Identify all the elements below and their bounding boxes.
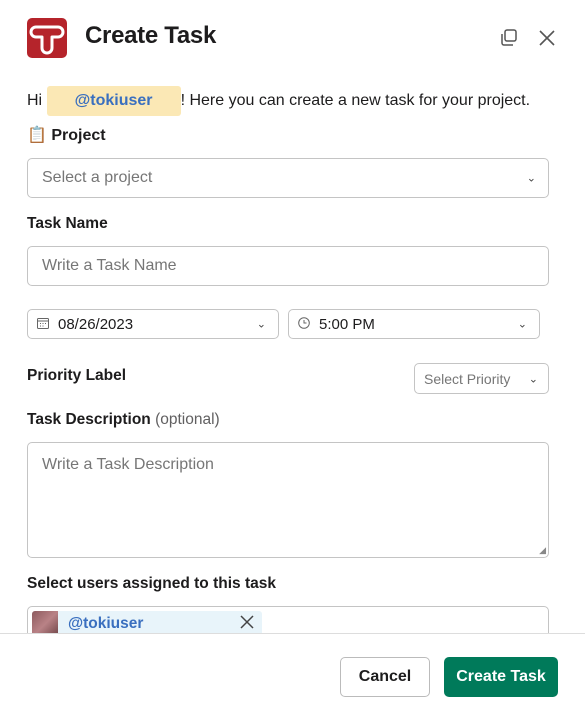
chevron-down-icon: ⌄ [526, 172, 536, 185]
task-description-label: Task Description (optional) [27, 411, 220, 428]
expand-icon[interactable] [497, 26, 521, 50]
create-task-button[interactable]: Create Task [444, 657, 558, 697]
remove-user-icon[interactable] [240, 615, 254, 634]
greeting-suffix: ! Here you can create a new task for you… [180, 92, 531, 109]
greeting: Hi @tokiuser! Here you can create a new … [27, 86, 530, 116]
chevron-down-icon: ⌄ [256, 318, 266, 331]
date-picker[interactable]: 08/26/2023 ⌄ [27, 309, 279, 339]
users-label: Select users assigned to this task [27, 575, 276, 592]
clipboard-icon: 📋 [27, 127, 47, 144]
close-icon[interactable] [535, 26, 559, 50]
task-name-input[interactable]: Write a Task Name [27, 246, 549, 286]
chevron-down-icon: ⌄ [528, 373, 538, 385]
time-picker[interactable]: 5:00 PM ⌄ [288, 309, 540, 339]
project-select[interactable]: Select a project ⌄ [27, 158, 549, 198]
greeting-prefix: Hi [27, 92, 43, 109]
app-logo [27, 18, 67, 58]
user-mention[interactable]: @tokiuser [46, 86, 181, 116]
chevron-down-icon: ⌄ [517, 318, 527, 331]
task-name-label: Task Name [27, 215, 108, 232]
user-chip-label: @tokiuser [68, 615, 144, 632]
project-label: 📋 Project [27, 127, 106, 144]
modal-title: Create Task [85, 22, 216, 49]
clock-icon [298, 316, 310, 333]
priority-label: Priority Label [27, 367, 127, 384]
calendar-icon [37, 316, 49, 333]
task-description-textarea[interactable]: Write a Task Description ◢ [27, 442, 549, 558]
cancel-button[interactable]: Cancel [340, 657, 430, 697]
priority-select[interactable]: Select Priority ⌄ [414, 363, 549, 394]
resize-handle[interactable]: ◢ [539, 545, 546, 556]
